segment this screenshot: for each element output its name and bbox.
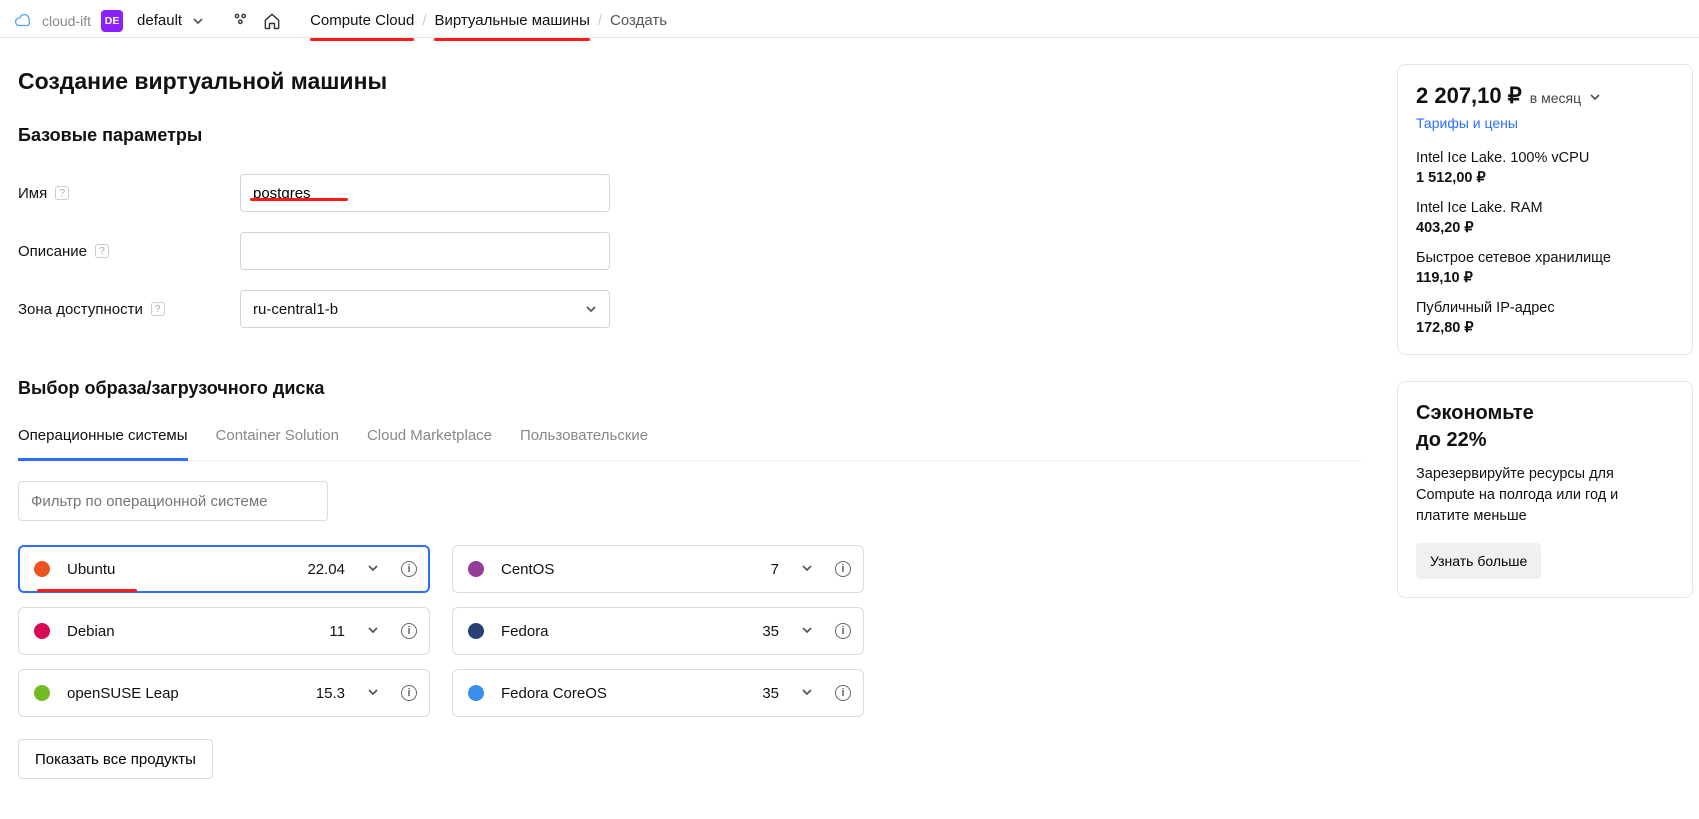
cost-summary-card: 2 207,10 ₽ в месяц Тарифы и цены Intel I… (1397, 64, 1693, 355)
cloud-label: cloud-ift (42, 13, 91, 29)
info-icon[interactable]: i (401, 623, 417, 639)
label-description: Описание (18, 243, 87, 260)
cost-item-label: Публичный IP-адрес (1416, 300, 1674, 316)
info-icon[interactable]: i (835, 685, 851, 701)
cost-item-label: Intel Ice Lake. RAM (1416, 200, 1674, 216)
chevron-down-icon[interactable] (359, 623, 387, 640)
services-icon[interactable] (232, 11, 252, 31)
price-period: в месяц (1530, 90, 1581, 106)
os-filter-input[interactable] (18, 481, 328, 521)
os-name: openSUSE Leap (67, 685, 302, 702)
folder-selector[interactable]: default (137, 12, 182, 29)
zone-select[interactable]: ru-central1-b (240, 290, 610, 328)
os-name: Debian (67, 623, 315, 640)
os-card-debian[interactable]: Debian 11 i (18, 607, 430, 655)
os-grid: Ubuntu22.04iCentOS7iDebian11iFedora35iop… (18, 545, 878, 717)
breadcrumb-current: Создать (610, 12, 667, 29)
cost-item: Intel Ice Lake. RAM 403,20 ₽ (1416, 200, 1674, 236)
tariffs-link[interactable]: Тарифы и цены (1416, 115, 1518, 131)
chevron-down-icon[interactable] (192, 15, 204, 27)
tab-marketplace[interactable]: Cloud Marketplace (367, 427, 492, 460)
centos-logo-icon (465, 558, 487, 580)
os-version: 22.04 (307, 561, 345, 578)
info-icon[interactable]: i (835, 623, 851, 639)
chevron-down-icon[interactable] (359, 561, 387, 578)
info-icon[interactable]: i (401, 685, 417, 701)
save-card: Сэкономьте до 22% Зарезервируйте ресурсы… (1397, 381, 1693, 598)
os-name: CentOS (501, 561, 757, 578)
fedora-logo-icon (465, 620, 487, 642)
home-icon[interactable] (262, 11, 282, 31)
help-icon[interactable]: ? (95, 244, 109, 258)
label-zone: Зона доступности (18, 301, 143, 318)
chevron-down-icon[interactable] (1589, 91, 1601, 103)
cloud-icon (14, 12, 32, 30)
label-name: Имя (18, 185, 47, 202)
ubuntu-logo-icon (31, 558, 53, 580)
image-tabs: Операционные системы Container Solution … (18, 427, 1361, 461)
chevron-down-icon[interactable] (793, 561, 821, 578)
chevron-down-icon[interactable] (793, 623, 821, 640)
os-version: 15.3 (316, 685, 345, 702)
cost-item-amount: 172,80 ₽ (1416, 320, 1674, 336)
debian-logo-icon (31, 620, 53, 642)
os-version: 35 (762, 623, 779, 640)
cost-item-label: Intel Ice Lake. 100% vCPU (1416, 150, 1674, 166)
top-bar: cloud-ift DE default Compute Cloud / Вир… (0, 0, 1699, 38)
description-field[interactable] (240, 232, 610, 270)
chevron-down-icon (585, 303, 597, 315)
save-title-2: до 22% (1416, 429, 1487, 451)
cost-item-label: Быстрое сетевое хранилище (1416, 250, 1674, 266)
folder-badge: DE (101, 10, 123, 32)
cost-item: Intel Ice Lake. 100% vCPU 1 512,00 ₽ (1416, 150, 1674, 186)
cost-item-amount: 1 512,00 ₽ (1416, 170, 1674, 186)
help-icon[interactable]: ? (151, 302, 165, 316)
os-name: Fedora CoreOS (501, 685, 748, 702)
main-content: Создание виртуальной машины Базовые пара… (0, 38, 1379, 819)
os-card-centos[interactable]: CentOS 7 i (452, 545, 864, 593)
os-version: 11 (329, 623, 345, 640)
section-basic-heading: Базовые параметры (18, 125, 1361, 146)
os-name: Fedora (501, 623, 748, 640)
cost-item: Публичный IP-адрес 172,80 ₽ (1416, 300, 1674, 336)
help-icon[interactable]: ? (55, 186, 69, 200)
tab-custom[interactable]: Пользовательские (520, 427, 648, 460)
section-image-heading: Выбор образа/загрузочного диска (18, 378, 1361, 399)
breadcrumb-compute-cloud[interactable]: Compute Cloud (310, 12, 414, 29)
chevron-down-icon[interactable] (793, 685, 821, 702)
os-card-ubuntu[interactable]: Ubuntu 22.04 i (18, 545, 430, 593)
os-card-opensuse-leap[interactable]: openSUSE Leap 15.3 i (18, 669, 430, 717)
cost-item-amount: 119,10 ₽ (1416, 270, 1674, 286)
tab-os[interactable]: Операционные системы (18, 427, 188, 461)
tab-container[interactable]: Container Solution (216, 427, 339, 460)
os-card-fedora[interactable]: Fedora 35 i (452, 607, 864, 655)
name-field[interactable] (240, 174, 610, 212)
page-title: Создание виртуальной машины (18, 68, 1361, 95)
os-card-fedora-coreos[interactable]: Fedora CoreOS 35 i (452, 669, 864, 717)
os-version: 7 (771, 561, 779, 578)
opensuse-leap-logo-icon (31, 682, 53, 704)
info-icon[interactable]: i (401, 561, 417, 577)
breadcrumb: Compute Cloud / Виртуальные машины / Соз… (310, 12, 667, 29)
info-icon[interactable]: i (835, 561, 851, 577)
show-all-products-button[interactable]: Показать все продукты (18, 739, 213, 779)
cost-item-amount: 403,20 ₽ (1416, 220, 1674, 236)
learn-more-button[interactable]: Узнать больше (1416, 543, 1541, 579)
cost-item: Быстрое сетевое хранилище 119,10 ₽ (1416, 250, 1674, 286)
sidebar: 2 207,10 ₽ в месяц Тарифы и цены Intel I… (1379, 38, 1699, 819)
total-price: 2 207,10 ₽ (1416, 83, 1522, 109)
os-name: Ubuntu (67, 561, 293, 578)
save-title-1: Сэкономьте (1416, 402, 1534, 424)
fedora-coreos-logo-icon (465, 682, 487, 704)
breadcrumb-vms[interactable]: Виртуальные машины (434, 12, 589, 29)
chevron-down-icon[interactable] (359, 685, 387, 702)
save-body: Зарезервируйте ресурсы для Compute на по… (1416, 464, 1674, 527)
os-version: 35 (762, 685, 779, 702)
